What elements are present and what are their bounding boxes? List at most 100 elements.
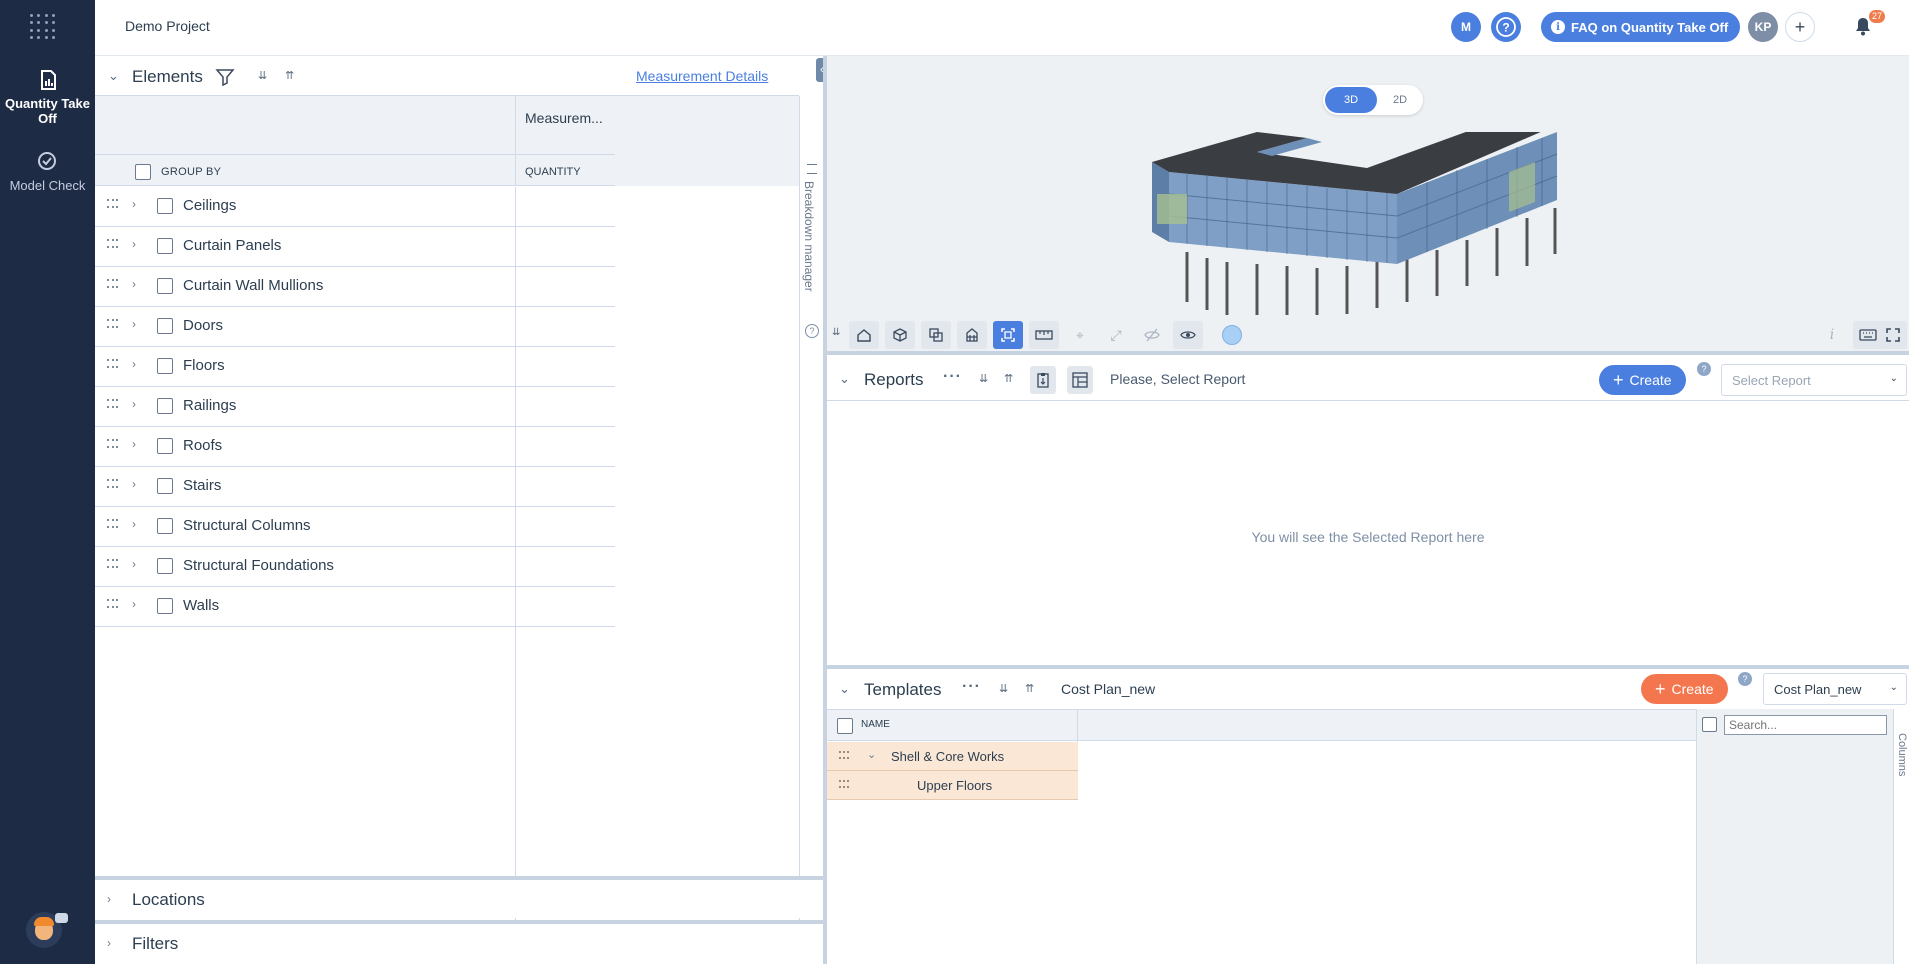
- drag-handle-icon[interactable]: [839, 780, 849, 790]
- chevron-down-icon[interactable]: ⌄: [839, 371, 850, 387]
- mode-3d-button[interactable]: 3D: [1325, 87, 1377, 113]
- columns-tab[interactable]: Columns: [1893, 709, 1909, 964]
- drag-handle-icon[interactable]: [107, 559, 119, 571]
- expand-all-icon[interactable]: ⇊: [258, 69, 267, 82]
- user-avatar-kp[interactable]: KP: [1748, 12, 1778, 42]
- fullscreen-icon[interactable]: [1879, 321, 1907, 349]
- table-row[interactable]: › Curtain Wall Mullions: [95, 267, 615, 307]
- help-icon[interactable]: ?: [805, 324, 819, 338]
- home-view-icon[interactable]: [849, 321, 879, 349]
- row-checkbox[interactable]: [157, 518, 173, 534]
- add-user-button[interactable]: +: [1785, 12, 1815, 42]
- chevron-right-icon[interactable]: ›: [132, 317, 136, 331]
- row-checkbox[interactable]: [157, 598, 173, 614]
- drag-handle-icon[interactable]: [107, 199, 119, 211]
- select-report-dropdown[interactable]: Select Report ⌄: [1721, 364, 1907, 396]
- chevron-right-icon[interactable]: ›: [132, 477, 136, 491]
- measurement-column-header[interactable]: Measurem...: [525, 110, 603, 126]
- table-row[interactable]: › Structural Columns: [95, 507, 615, 547]
- cube-view-icon[interactable]: [885, 321, 915, 349]
- locations-section[interactable]: › Locations: [95, 876, 823, 918]
- measurement-details-link[interactable]: Measurement Details: [636, 68, 768, 84]
- drag-handle-icon[interactable]: [107, 519, 119, 531]
- report-layout-icon[interactable]: [1067, 366, 1093, 394]
- row-checkbox[interactable]: [157, 478, 173, 494]
- table-row[interactable]: › Ceilings: [95, 187, 615, 227]
- table-row[interactable]: › Structural Foundations: [95, 547, 615, 587]
- collapse-all-icon[interactable]: ⇈: [285, 69, 294, 82]
- user-avatar-m[interactable]: M: [1451, 12, 1481, 42]
- drag-handle-icon[interactable]: [107, 359, 119, 371]
- info-icon[interactable]: i: [1817, 321, 1847, 349]
- table-row[interactable]: › Roofs: [95, 427, 615, 467]
- template-select-dropdown[interactable]: Cost Plan_new ⌄: [1763, 673, 1907, 705]
- table-row[interactable]: › Floors: [95, 347, 615, 387]
- create-template-button[interactable]: + Create: [1641, 674, 1728, 704]
- hide-icon[interactable]: [1137, 321, 1167, 349]
- building-model[interactable]: [1147, 132, 1567, 318]
- table-row[interactable]: › Railings: [95, 387, 615, 427]
- row-checkbox[interactable]: [157, 558, 173, 574]
- table-row[interactable]: ⌄ Shell & Core Works: [827, 742, 1078, 771]
- collapse-all-icon[interactable]: ⇈: [1004, 372, 1013, 385]
- drag-handle-icon[interactable]: [839, 751, 849, 761]
- create-report-button[interactable]: + Create: [1599, 365, 1686, 395]
- fit-view-icon[interactable]: [993, 321, 1023, 349]
- column-search-input[interactable]: [1724, 715, 1887, 735]
- app-logo-icon[interactable]: [30, 14, 56, 40]
- view-mode-toggle[interactable]: 3D 2D: [1323, 85, 1423, 115]
- drag-handle-icon[interactable]: [107, 319, 119, 331]
- chevron-right-icon[interactable]: ›: [132, 357, 136, 371]
- name-column-header[interactable]: NAME: [861, 719, 890, 730]
- table-row[interactable]: › Walls: [95, 587, 615, 627]
- breakdown-manager-tab[interactable]: Breakdown manager ?: [799, 96, 823, 934]
- color-picker-icon[interactable]: [1222, 325, 1242, 345]
- select-all-checkbox[interactable]: [837, 718, 853, 734]
- row-checkbox[interactable]: [157, 438, 173, 454]
- chevron-right-icon[interactable]: ›: [132, 277, 136, 291]
- chevron-down-icon[interactable]: ⌄: [108, 68, 119, 84]
- chevron-down-icon[interactable]: ⌄: [867, 748, 876, 761]
- expand-all-icon[interactable]: ⇊: [979, 372, 988, 385]
- help-icon[interactable]: ?: [1697, 362, 1711, 376]
- section-box-icon[interactable]: [921, 321, 951, 349]
- select-all-checkbox[interactable]: [135, 164, 151, 180]
- explode-icon[interactable]: ⤢: [1101, 321, 1131, 349]
- faq-button[interactable]: i FAQ on Quantity Take Off: [1541, 12, 1741, 42]
- report-clipboard-icon[interactable]: [1030, 366, 1056, 394]
- table-row[interactable]: › Doors: [95, 307, 615, 347]
- building-icon[interactable]: [957, 321, 987, 349]
- nav-item-quantity-take-off[interactable]: Quantity Take Off: [0, 68, 95, 126]
- row-checkbox[interactable]: [157, 318, 173, 334]
- target-icon[interactable]: ⌖: [1065, 321, 1095, 349]
- more-options-icon[interactable]: ···: [962, 678, 981, 696]
- project-name[interactable]: Demo Project: [125, 18, 210, 34]
- nav-item-model-check[interactable]: Model Check: [0, 150, 95, 193]
- chevron-down-icon[interactable]: ⌄: [839, 681, 850, 697]
- mode-2d-button[interactable]: 2D: [1379, 87, 1421, 113]
- expand-all-icon[interactable]: ⇊: [999, 682, 1008, 695]
- drag-handle-icon[interactable]: [107, 399, 119, 411]
- group-by-header[interactable]: GROUP BY: [161, 166, 221, 178]
- row-checkbox[interactable]: [157, 278, 173, 294]
- chevron-right-icon[interactable]: ›: [132, 557, 136, 571]
- show-icon[interactable]: [1173, 321, 1203, 349]
- filter-icon[interactable]: [215, 67, 235, 87]
- collapse-toolbar-icon[interactable]: ⇊: [832, 327, 840, 338]
- more-options-icon[interactable]: ···: [943, 368, 962, 386]
- drag-handle-icon[interactable]: [107, 439, 119, 451]
- drag-handle-icon[interactable]: [107, 479, 119, 491]
- model-viewer[interactable]: 3D 2D: [827, 56, 1909, 318]
- table-row[interactable]: › Stairs: [95, 467, 615, 507]
- filters-section[interactable]: › Filters: [95, 920, 823, 964]
- measure-icon[interactable]: [1029, 321, 1059, 349]
- row-checkbox[interactable]: [157, 198, 173, 214]
- quantity-column-header[interactable]: QUANTITY: [525, 166, 581, 178]
- table-row[interactable]: › Curtain Panels: [95, 227, 615, 267]
- chevron-right-icon[interactable]: ›: [132, 237, 136, 251]
- chevron-right-icon[interactable]: ›: [132, 597, 136, 611]
- chevron-right-icon[interactable]: ›: [132, 197, 136, 211]
- row-checkbox[interactable]: [157, 358, 173, 374]
- drag-handle-icon[interactable]: [107, 279, 119, 291]
- table-row[interactable]: Upper Floors: [827, 771, 1078, 800]
